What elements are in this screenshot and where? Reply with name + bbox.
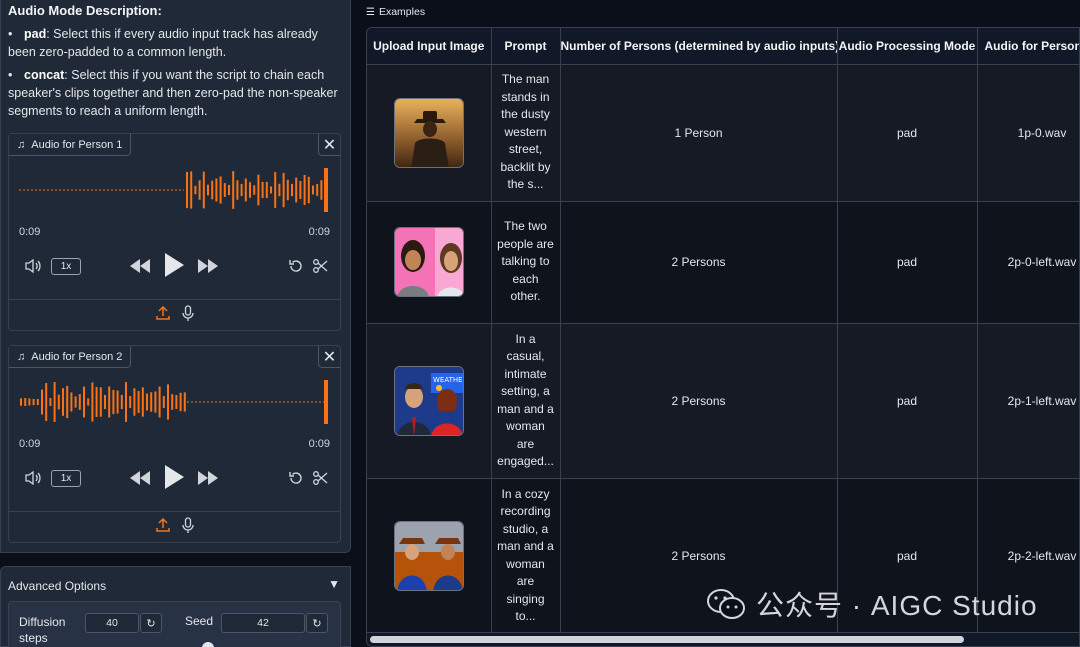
scissors-icon[interactable] bbox=[310, 256, 330, 276]
audio-mode-title: Audio Mode Description: bbox=[8, 3, 162, 18]
examples-header: ☰ Examples bbox=[366, 6, 425, 18]
thumbnail-two-women bbox=[393, 227, 464, 297]
waveform-person-2[interactable] bbox=[19, 378, 331, 426]
upload-icon[interactable] bbox=[155, 517, 170, 537]
examples-title: Examples bbox=[378, 6, 426, 18]
rewind-icon[interactable] bbox=[129, 468, 151, 488]
image-cell[interactable] bbox=[367, 63, 492, 201]
persons-cell: 2 Persons bbox=[560, 200, 838, 323]
reset-icon[interactable]: ↻ bbox=[140, 613, 162, 633]
audio-cell: 2p-1-left.wav bbox=[977, 322, 1079, 478]
mode-cell: pad bbox=[837, 322, 978, 478]
thumbnail-cowboy bbox=[393, 97, 464, 168]
prompt-cell: In a casual, intimate setting, a man and… bbox=[491, 322, 561, 478]
examples-panel: ☰ Examples Upload Input Image Prompt Num… bbox=[352, 0, 1080, 647]
microphone-icon[interactable] bbox=[181, 516, 194, 538]
seed-label: Seed bbox=[185, 614, 214, 628]
watermark-text: 公众号 · AIGC Studio bbox=[756, 590, 1038, 621]
mode-description-concat: • concat: Select this if you want the scr… bbox=[8, 68, 338, 118]
audio-player-person-1: ♫ Audio for Person 1 ✕ 0:09 0:09 1x bbox=[8, 133, 341, 331]
examples-table-container: Upload Input Image Prompt Number of Pers… bbox=[366, 27, 1080, 647]
prompt-cell: In a cozy recording studio, a man and a … bbox=[491, 477, 561, 633]
slider-handle[interactable] bbox=[202, 642, 214, 647]
image-cell[interactable] bbox=[367, 477, 492, 633]
volume-icon[interactable] bbox=[23, 468, 43, 488]
persons-cell: 2 Persons bbox=[560, 322, 838, 478]
mode-cell: pad bbox=[837, 63, 978, 201]
audio-cell: 2p-0-left.wav bbox=[977, 200, 1079, 323]
prompt-cell: The man stands in the dusty western stre… bbox=[491, 63, 561, 201]
table-row[interactable]: The man stands in the dusty western stre… bbox=[367, 63, 1079, 201]
table-row[interactable]: The two people are talking to each other… bbox=[367, 200, 1079, 323]
mode-cell: pad bbox=[837, 200, 978, 323]
thumbnail-news-anchors: WEATHE bbox=[393, 365, 464, 436]
scissors-icon[interactable] bbox=[310, 468, 330, 488]
seed-input[interactable]: 42 bbox=[221, 613, 305, 633]
playback-speed-button[interactable]: 1x bbox=[51, 470, 81, 487]
fast-forward-icon[interactable] bbox=[197, 256, 219, 276]
diffusion-steps-label: Diffusion steps bbox=[19, 615, 66, 645]
mode-description-pad: • pad: Select this if every audio input t… bbox=[8, 27, 318, 59]
audio-source-bar bbox=[9, 299, 340, 330]
app-root: Audio Mode Description: • pad: Select thi… bbox=[0, 0, 1080, 647]
collapse-arrow-icon[interactable]: ▼ bbox=[328, 577, 340, 591]
play-icon[interactable] bbox=[163, 252, 185, 278]
current-time: 0:09 bbox=[19, 438, 41, 450]
audio-input-panel: Audio Mode Description: • pad: Select thi… bbox=[0, 0, 351, 553]
examples-table: Upload Input Image Prompt Number of Pers… bbox=[367, 28, 1079, 633]
close-icon[interactable]: ✕ bbox=[318, 346, 340, 368]
audio-label-text: Audio for Person 2 bbox=[31, 350, 123, 363]
table-header-row: Upload Input Image Prompt Number of Pers… bbox=[367, 28, 1079, 64]
column-header: Audio Processing Mode bbox=[837, 28, 978, 64]
music-note-icon: ♫ bbox=[17, 138, 26, 151]
audio-cell: 1p-0.wav bbox=[977, 63, 1079, 201]
thumbnail-two-cowboys bbox=[393, 520, 464, 591]
persons-cell: 1 Person bbox=[560, 63, 838, 201]
table-row[interactable]: WEATHE In a casual, intimate setting, a … bbox=[367, 322, 1079, 478]
audio-source-bar bbox=[9, 511, 340, 542]
mode-text-pad: : Select this if every audio input track… bbox=[8, 27, 318, 59]
audio-player-person-2: ♫ Audio for Person 2 ✕ 0:09 0:09 1x bbox=[8, 345, 341, 543]
prompt-cell: The two people are talking to each other… bbox=[491, 200, 561, 323]
rewind-icon[interactable] bbox=[129, 256, 151, 276]
current-time: 0:09 bbox=[19, 226, 41, 238]
fast-forward-icon[interactable] bbox=[197, 468, 219, 488]
waveform-person-1[interactable] bbox=[19, 166, 331, 214]
undo-icon[interactable] bbox=[286, 256, 306, 276]
mode-term-pad: pad bbox=[24, 27, 47, 41]
diffusion-steps-input[interactable]: 40 bbox=[85, 613, 139, 633]
image-cell[interactable] bbox=[367, 200, 492, 323]
watermark: 公众号 · AIGC Studio bbox=[706, 584, 1038, 624]
advanced-options-body: Diffusion steps 40 ↻ Seed 42 ↻ bbox=[8, 601, 341, 647]
duration-time: 0:09 bbox=[308, 438, 330, 450]
image-cell[interactable]: WEATHE bbox=[367, 322, 492, 478]
column-header: Prompt bbox=[491, 28, 561, 64]
duration-time: 0:09 bbox=[308, 226, 330, 238]
wechat-icon bbox=[707, 589, 745, 619]
microphone-icon[interactable] bbox=[181, 304, 194, 326]
mode-term-concat: concat bbox=[24, 68, 65, 82]
play-icon[interactable] bbox=[163, 464, 185, 490]
audio-label-person-2: ♫ Audio for Person 2 bbox=[9, 346, 132, 368]
audio-label-text: Audio for Person 1 bbox=[31, 138, 123, 151]
advanced-options-title[interactable]: Advanced Options bbox=[8, 579, 106, 593]
advanced-options-panel: Advanced Options ▼ Diffusion steps 40 ↻ … bbox=[0, 566, 351, 647]
column-header: Audio for Person bbox=[977, 28, 1079, 64]
undo-icon[interactable] bbox=[286, 468, 306, 488]
reset-icon[interactable]: ↻ bbox=[306, 613, 328, 633]
volume-icon[interactable] bbox=[23, 256, 43, 276]
scrollbar-thumb[interactable] bbox=[370, 636, 964, 643]
column-header: Number of Persons (determined by audio i… bbox=[560, 28, 838, 64]
horizontal-scrollbar[interactable] bbox=[367, 632, 1079, 646]
column-header: Upload Input Image bbox=[367, 28, 492, 64]
playback-speed-button[interactable]: 1x bbox=[51, 258, 81, 275]
close-icon[interactable]: ✕ bbox=[318, 134, 340, 156]
svg-text:WEATHE: WEATHE bbox=[433, 376, 463, 384]
list-icon: ☰ bbox=[366, 6, 375, 18]
upload-icon[interactable] bbox=[155, 305, 170, 325]
music-note-icon: ♫ bbox=[17, 350, 26, 363]
audio-label-person-1: ♫ Audio for Person 1 bbox=[9, 134, 132, 156]
